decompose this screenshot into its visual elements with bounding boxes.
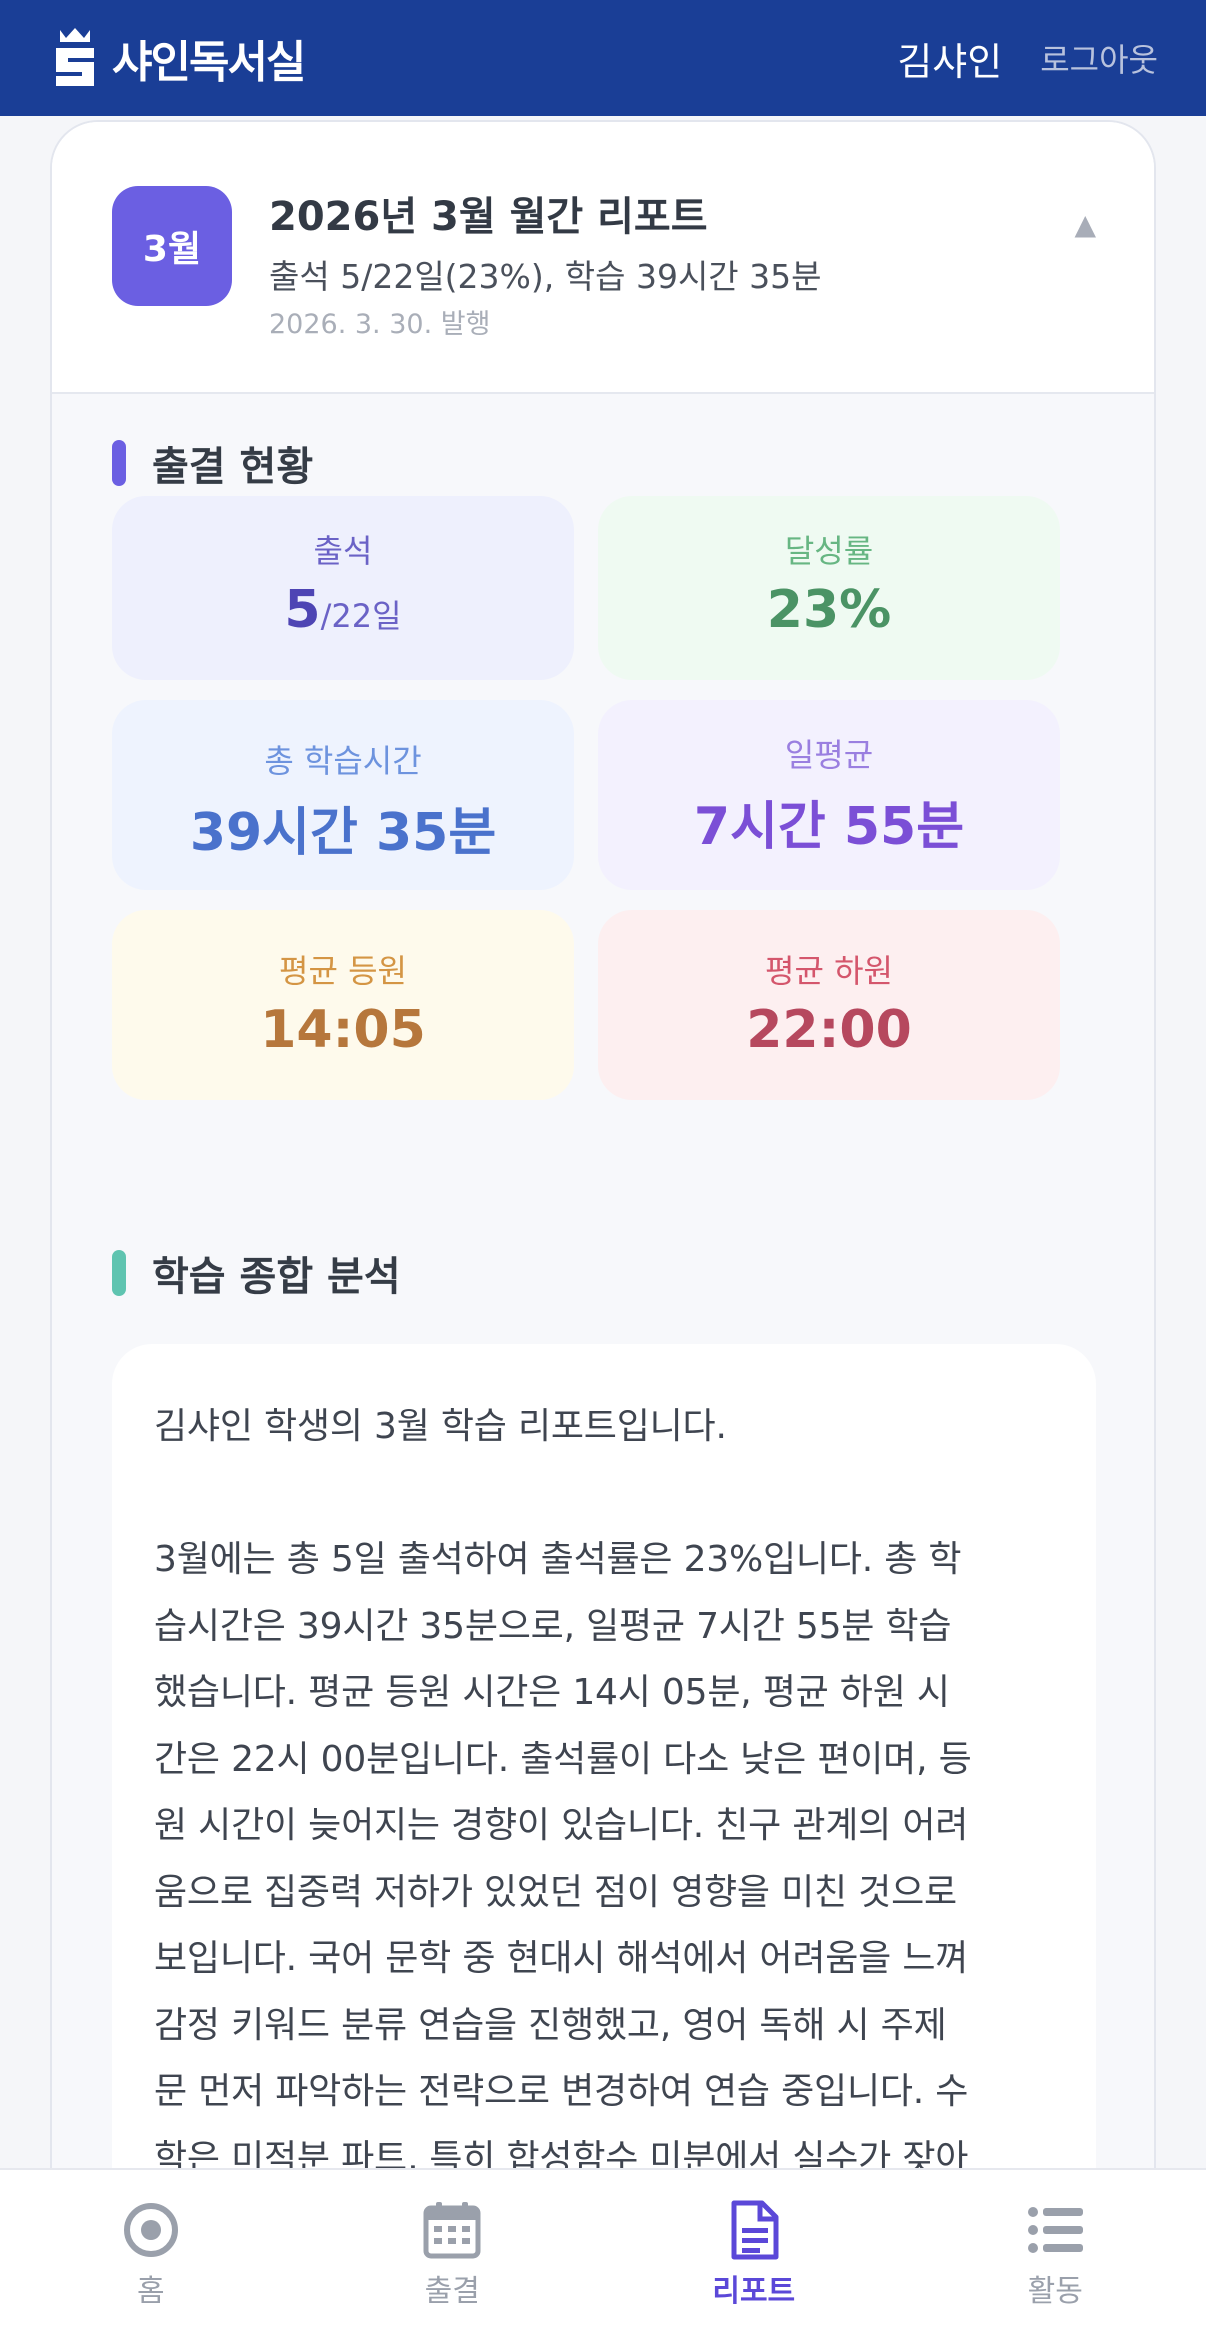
- analysis-text: 김샤인 학생의 3월 학습 리포트입니다. 3월에는 총 5일 출석하여 출석률…: [154, 1406, 972, 2179]
- list-icon: [1025, 2200, 1085, 2260]
- stat-attendance: 출석 5/22일: [112, 496, 574, 680]
- stat-value: 7시간 55분: [693, 797, 965, 857]
- attendance-section-title: 출결 현황: [112, 434, 313, 492]
- report-icon: [724, 2200, 784, 2260]
- stat-avg-checkout: 평균 하원 22:00: [598, 910, 1060, 1100]
- report-issued-date: 2026. 3. 30. 발행: [269, 309, 491, 340]
- analysis-section-title: 학습 종합 분석: [112, 1244, 401, 1302]
- logo-text: 샤인독서실: [112, 37, 306, 88]
- stat-value: 22:00: [746, 1000, 912, 1060]
- stat-label: 총 학습시간: [264, 742, 422, 780]
- user-name[interactable]: 김샤인: [897, 31, 1002, 86]
- stat-avg-checkin: 평균 등원 14:05: [112, 910, 574, 1100]
- section-accent-bar: [112, 440, 126, 486]
- logo[interactable]: 샤인독서실: [50, 26, 306, 90]
- attendance-total: /22일: [320, 597, 402, 635]
- nav-label: 출결: [424, 2274, 480, 2309]
- stat-value: 14:05: [260, 1000, 426, 1060]
- report-title: 2026년 3월 월간 리포트: [269, 194, 708, 240]
- monthly-report-card: 3월 2026년 3월 월간 리포트 출석 5/22일(23%), 학습 39시…: [50, 120, 1156, 2300]
- attendance-count: 5: [284, 580, 321, 640]
- stat-value: 5/22일: [112, 580, 574, 640]
- home-icon: [121, 2200, 181, 2260]
- section-title-text: 학습 종합 분석: [152, 1254, 401, 1300]
- stat-label: 출석: [313, 532, 373, 570]
- logo-shield-icon: [50, 26, 100, 90]
- stat-value: 39시간 35분: [189, 803, 497, 863]
- nav-label: 홈: [136, 2274, 165, 2309]
- stat-value: 23%: [766, 580, 892, 640]
- nav-item-home[interactable]: 홈: [0, 2170, 302, 2334]
- report-body: 출결 현황 출석 5/22일 달성률 23% 총 학습시간 39시간 35분 일…: [52, 394, 1154, 2298]
- stat-achievement-rate: 달성률 23%: [598, 496, 1060, 680]
- stat-label: 평균 등원: [279, 952, 407, 990]
- stat-label: 달성률: [784, 532, 874, 570]
- stat-total-study-time: 총 학습시간 39시간 35분: [112, 700, 574, 890]
- bottom-navigation: 홈 출결 리포트 활동: [0, 2168, 1206, 2334]
- stat-label: 평균 하원: [765, 952, 893, 990]
- logout-button[interactable]: 로그아웃: [1040, 35, 1158, 81]
- nav-label: 리포트: [712, 2274, 796, 2309]
- stat-daily-average: 일평균 7시간 55분: [598, 700, 1060, 890]
- month-badge: 3월: [112, 186, 232, 306]
- report-header[interactable]: 3월 2026년 3월 월간 리포트 출석 5/22일(23%), 학습 39시…: [52, 122, 1154, 394]
- collapse-toggle-icon[interactable]: ▲: [1074, 208, 1096, 241]
- analysis-card: 김샤인 학생의 3월 학습 리포트입니다. 3월에는 총 5일 출석하여 출석률…: [112, 1344, 1096, 2298]
- calendar-icon: [422, 2200, 482, 2260]
- report-summary: 출석 5/22일(23%), 학습 39시간 35분: [269, 257, 822, 296]
- section-title-text: 출결 현황: [152, 444, 314, 490]
- nav-item-attendance[interactable]: 출결: [302, 2170, 604, 2334]
- app-header: 샤인독서실 김샤인 로그아웃: [0, 0, 1206, 116]
- nav-item-report[interactable]: 리포트: [603, 2170, 905, 2334]
- section-accent-bar: [112, 1250, 126, 1296]
- nav-item-activity[interactable]: 활동: [905, 2170, 1206, 2334]
- stat-label: 일평균: [784, 736, 874, 774]
- nav-label: 활동: [1027, 2274, 1083, 2309]
